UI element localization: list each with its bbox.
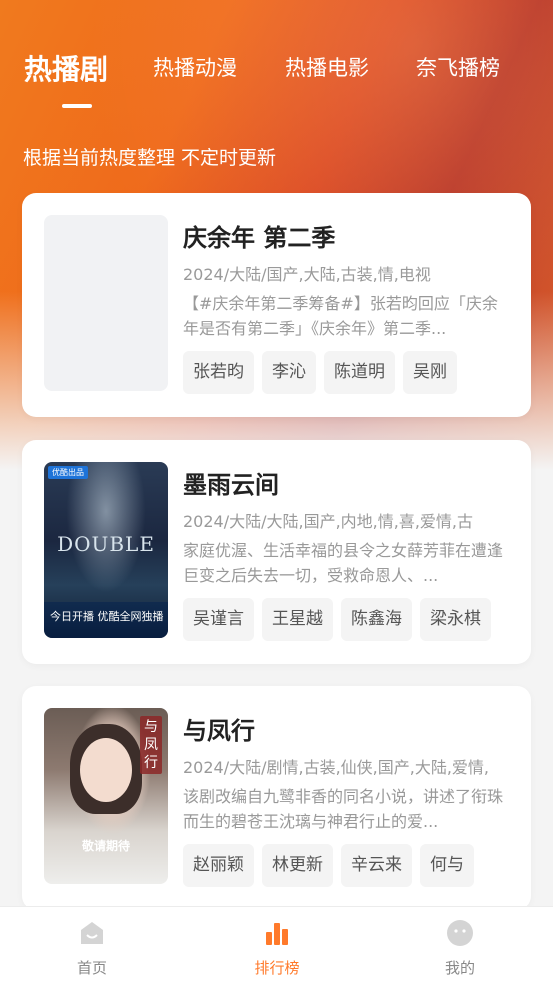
actor-chip[interactable]: 何与 <box>420 844 474 887</box>
actor-chip[interactable]: 林更新 <box>262 844 333 887</box>
drama-title: 庆余年 第二季 <box>183 224 336 252</box>
nav-ranking[interactable]: 排行榜 <box>217 907 337 985</box>
actor-chips: 吴谨言 王星越 陈鑫海 梁永棋 <box>183 598 499 641</box>
category-tabs: 热播剧 热播动漫 热播电影 奈飞播榜 <box>0 52 553 122</box>
poster-caption: 今日开播 优酷全网独播 <box>50 610 164 623</box>
poster-title-text: DOUBLE <box>57 532 155 556</box>
ranking-bars-icon <box>266 923 288 945</box>
drama-card[interactable]: 优酷出品 DOUBLE 今日开播 优酷全网独播 墨雨云间 2024/大陆/大陆,… <box>22 440 531 664</box>
drama-title: 墨雨云间 <box>183 471 279 499</box>
tab-netflix-chart[interactable]: 奈飞播榜 <box>416 52 500 82</box>
drama-card[interactable]: 与凤行 敬请期待 与凤行 2024/大陆/剧情,古装,仙侠,国产,大陆,爱情, … <box>22 686 531 910</box>
drama-description: 家庭优渥、生活幸福的县令之女薛芳菲在遭逢巨变之后失去一切，受救命恩人、... <box>183 541 504 585</box>
drama-description: 该剧改编自九鹭非香的同名小说，讲述了衔珠而生的碧苍王沈璃与神君行止的爱... <box>183 787 504 831</box>
profile-face-icon <box>447 920 473 946</box>
nav-home[interactable]: 首页 <box>32 907 152 985</box>
poster-figure-face <box>80 738 132 802</box>
actor-chips: 张若昀 李沁 陈道明 吴刚 <box>183 351 465 394</box>
actor-chip[interactable]: 辛云来 <box>341 844 412 887</box>
drama-card[interactable]: 庆余年 第二季 2024/大陆/国产,大陆,古装,情,电视 【#庆余年第二季筹备… <box>22 193 531 417</box>
home-icon <box>81 922 103 944</box>
actor-chip[interactable]: 李沁 <box>262 351 316 394</box>
bottom-nav: 首页 排行榜 我的 <box>0 906 553 985</box>
actor-chip[interactable]: 陈道明 <box>324 351 395 394</box>
actor-chip[interactable]: 吴刚 <box>403 351 457 394</box>
actor-chip[interactable]: 赵丽颖 <box>183 844 254 887</box>
drama-poster: 与凤行 敬请期待 <box>44 708 168 884</box>
poster-vertical-title: 与凤行 <box>140 716 162 774</box>
actor-chip[interactable]: 陈鑫海 <box>341 598 412 641</box>
actor-chip[interactable]: 吴谨言 <box>183 598 254 641</box>
drama-meta: 2024/大陆/国产,大陆,古装,情,电视 <box>183 265 431 284</box>
poster-placeholder <box>44 215 168 391</box>
nav-home-label: 首页 <box>76 959 107 977</box>
drama-poster: 优酷出品 DOUBLE 今日开播 优酷全网独播 <box>44 462 168 638</box>
drama-description: 【#庆余年第二季筹备#】张若昀回应「庆余年是否有第二季」《庆余年》第二季... <box>183 294 498 338</box>
actor-chip[interactable]: 张若昀 <box>183 351 254 394</box>
poster-badge: 优酷出品 <box>48 466 88 479</box>
nav-ranking-label: 排行榜 <box>254 959 300 977</box>
ranking-subtitle: 根据当前热度整理 不定时更新 <box>23 147 277 169</box>
nav-profile-label: 我的 <box>444 959 475 977</box>
drama-meta: 2024/大陆/剧情,古装,仙侠,国产,大陆,爱情, <box>183 758 490 777</box>
drama-meta: 2024/大陆/大陆,国产,内地,情,喜,爱情,古 <box>183 512 474 531</box>
tab-hot-anime[interactable]: 热播动漫 <box>153 52 237 82</box>
nav-profile[interactable]: 我的 <box>400 907 520 985</box>
poster-caption: 敬请期待 <box>81 839 130 853</box>
active-tab-indicator <box>62 104 92 108</box>
tab-hot-drama[interactable]: 热播剧 <box>24 48 108 88</box>
actor-chip[interactable]: 梁永棋 <box>420 598 491 641</box>
drama-title: 与凤行 <box>183 717 255 745</box>
tab-hot-movie[interactable]: 热播电影 <box>285 52 369 82</box>
actor-chip[interactable]: 王星越 <box>262 598 333 641</box>
actor-chips: 赵丽颖 林更新 辛云来 何与 <box>183 844 482 887</box>
